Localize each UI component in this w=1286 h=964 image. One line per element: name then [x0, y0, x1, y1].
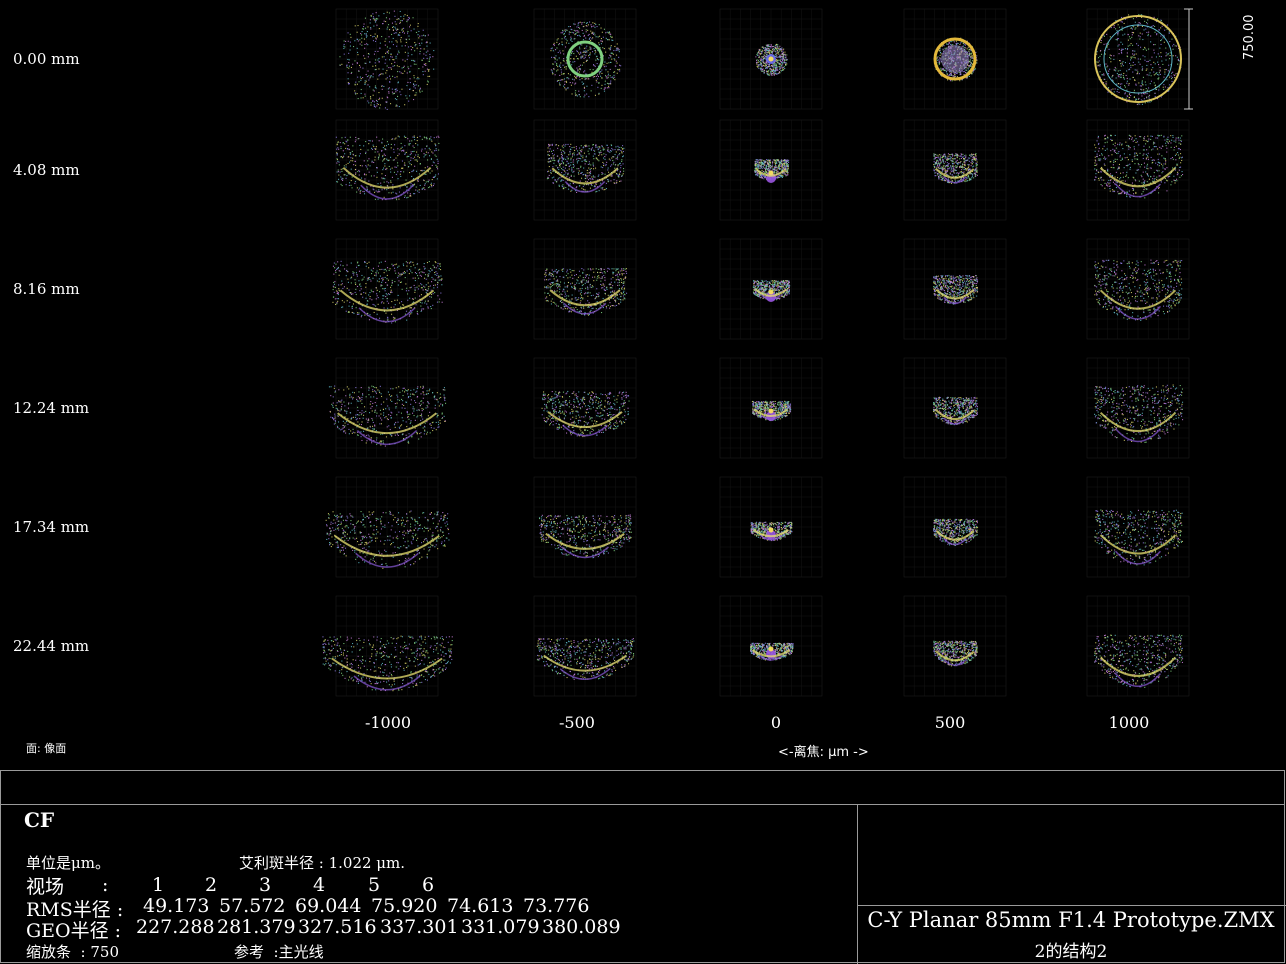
spot-cell: [903, 8, 1007, 110]
spot-cell: [1086, 238, 1190, 340]
panel-heading: CF: [24, 808, 55, 832]
x-axis-title: <-离焦: μm ->: [778, 745, 869, 760]
rms-value: 75.920: [371, 895, 438, 917]
rms-value: 73.776: [523, 895, 590, 917]
scale-bar-line: 缩放条 : 750: [26, 943, 119, 961]
spot-cell: [719, 595, 823, 697]
field-number: 6: [422, 874, 435, 896]
field-label-6: 22.44 mm: [13, 637, 90, 655]
scale-bar-label: 750.00: [1242, 14, 1257, 61]
field-label-4: 12.24 mm: [13, 399, 90, 417]
surface-label: 面: 像面: [26, 742, 67, 755]
field-row-colon: :: [102, 874, 109, 896]
defocus-tick-label: 0: [770, 713, 782, 732]
file-title: C-Y Planar 85mm F1.4 Prototype.ZMX: [867, 908, 1275, 932]
reference-line: 参考 :主光线: [234, 943, 324, 961]
field-number: 3: [259, 874, 272, 896]
units-line: 单位是μm。: [26, 854, 110, 872]
rms-value: 69.044: [295, 895, 362, 917]
field-label-5: 17.34 mm: [13, 518, 90, 536]
spot-cell: [533, 357, 637, 459]
spot-cell: [903, 476, 1007, 578]
spot-cell: [533, 595, 637, 697]
field-number: 5: [368, 874, 381, 896]
spot-cell: [719, 476, 823, 578]
geo-label: GEO半径 :: [26, 920, 122, 942]
spot-diagram-plot: [322, 8, 1193, 697]
spot-cell: [1086, 476, 1190, 578]
field-number: 2: [205, 874, 218, 896]
field-label-1: 0.00 mm: [13, 50, 80, 68]
spot-cell: [719, 119, 823, 221]
geo-value: 227.288: [136, 916, 215, 938]
field-label-2: 4.08 mm: [13, 161, 80, 179]
defocus-tick-label: 500: [934, 713, 966, 732]
defocus-tick-label: 1000: [1108, 713, 1150, 732]
geo-value: 380.089: [542, 916, 621, 938]
geo-value: 337.301: [380, 916, 459, 938]
spot-cell: [533, 476, 637, 578]
spot-cell: [719, 357, 823, 459]
field-label-3: 8.16 mm: [13, 280, 80, 298]
rms-value: 49.173: [143, 895, 210, 917]
spot-cell: [1086, 595, 1190, 697]
panel-divider: [1, 804, 1284, 805]
spot-cell: [719, 8, 823, 110]
spot-cell: [903, 595, 1007, 697]
spot-cell: [533, 238, 637, 340]
spot-cell: [903, 238, 1007, 340]
spot-cell: [1086, 8, 1190, 110]
spot-cell: [335, 8, 439, 110]
panel-divider-title: [857, 905, 1286, 906]
spot-cell: [719, 238, 823, 340]
geo-value: 281.379: [217, 916, 296, 938]
spot-cell: [322, 595, 453, 697]
airy-radius: 艾利斑半径 : 1.022 μm.: [239, 854, 406, 872]
spot-cell: [335, 119, 440, 221]
spot-cell: [1086, 357, 1190, 459]
spot-cell: [903, 119, 1007, 221]
spot-cell: [325, 476, 450, 578]
configuration-label: 2的结构2: [1034, 942, 1108, 962]
geo-value: 331.079: [461, 916, 540, 938]
defocus-tick-label: -1000: [364, 713, 412, 732]
geo-value: 327.516: [298, 916, 377, 938]
rms-value: 74.613: [447, 895, 514, 917]
spot-cell: [1086, 119, 1190, 221]
rms-value: 57.572: [219, 895, 286, 917]
field-number: 1: [152, 874, 165, 896]
spot-cell: [328, 357, 447, 459]
spot-cell: [903, 357, 1007, 459]
defocus-tick-label: -500: [559, 713, 595, 732]
spot-cell: [533, 119, 637, 221]
spot-cell: [332, 238, 443, 340]
spot-cell: [533, 8, 637, 110]
field-number: 4: [313, 874, 326, 896]
